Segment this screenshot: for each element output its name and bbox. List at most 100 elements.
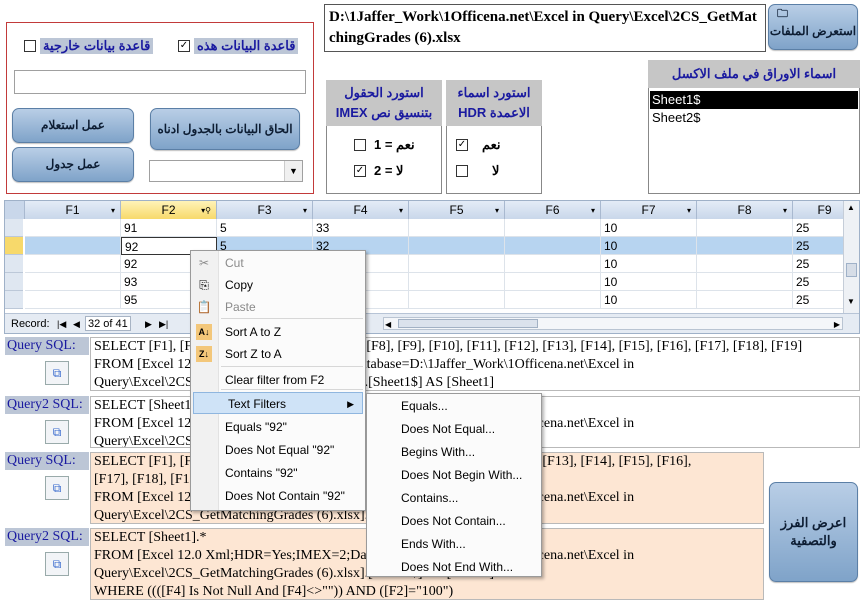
table-cell[interactable]	[25, 255, 121, 273]
text-filter-item[interactable]: Contains...	[367, 487, 541, 510]
text-filter-item[interactable]: Does Not Begin With...	[367, 464, 541, 487]
sheets-list-item[interactable]: Sheet1$	[650, 91, 858, 109]
text-filter-item[interactable]: Equals...	[367, 395, 541, 418]
column-dropdown-icon[interactable]: ▾	[495, 202, 499, 220]
grid-column-header[interactable]: F6 ▾	[505, 201, 601, 219]
grid-column-header[interactable]: F1 ▾	[25, 201, 121, 219]
table-cell[interactable]	[697, 219, 793, 237]
browse-files-button[interactable]: 🗀 استعرض الملفات	[768, 4, 858, 50]
table-cell[interactable]	[25, 291, 121, 309]
copy-sql-icon[interactable]: ⧉	[45, 420, 69, 444]
row-selector[interactable]	[5, 219, 23, 237]
context-menu-item[interactable]: ⎘ Copy	[191, 274, 365, 296]
scroll-thumb[interactable]	[846, 263, 857, 277]
text-filter-item[interactable]: Does Not Contain...	[367, 510, 541, 533]
table-cell[interactable]	[505, 237, 601, 255]
column-dropdown-icon[interactable]: ▾	[687, 202, 691, 220]
table-row[interactable]: 9551025	[25, 291, 857, 309]
external-db-checkbox[interactable]	[24, 40, 36, 52]
text-filter-item[interactable]: Does Not Equal...	[367, 418, 541, 441]
grid-column-header[interactable]: F8 ▾	[697, 201, 793, 219]
hscroll-thumb[interactable]	[398, 319, 538, 328]
table-cell[interactable]	[697, 291, 793, 309]
context-menu-item[interactable]: Contains "92"	[191, 462, 365, 484]
chevron-down-icon[interactable]: ▼	[284, 161, 302, 181]
sheets-list-item[interactable]: Sheet2$	[650, 109, 858, 127]
table-cell[interactable]	[25, 219, 121, 237]
grid-column-header[interactable]: F2 ▾⚲	[121, 201, 217, 219]
table-cell[interactable]: 10	[601, 219, 697, 237]
row-selector[interactable]	[5, 273, 23, 291]
text-filter-item[interactable]: Begins With...	[367, 441, 541, 464]
next-record-icon[interactable]: ▶	[145, 314, 152, 333]
hdr-yes-option[interactable]: ✓ نعم	[456, 136, 536, 154]
context-menu-item[interactable]: A↓ Sort A to Z	[191, 321, 365, 343]
table-cell[interactable]: 10	[601, 255, 697, 273]
table-cell[interactable]: 10	[601, 291, 697, 309]
hdr-no-option[interactable]: لا	[456, 162, 536, 180]
table-cell[interactable]	[25, 273, 121, 291]
hdr-yes-checkbox[interactable]: ✓	[456, 139, 468, 151]
scroll-left-icon[interactable]: ◀	[385, 315, 391, 333]
hdr-no-checkbox[interactable]	[456, 165, 468, 177]
row-selector[interactable]	[5, 237, 23, 255]
column-dropdown-icon[interactable]: ▾	[111, 202, 115, 220]
this-db-checkbox[interactable]: ✓	[178, 40, 190, 52]
table-cell[interactable]	[409, 237, 505, 255]
table-cell[interactable]	[697, 237, 793, 255]
context-menu-item[interactable]: Does Not Contain "92"	[191, 485, 365, 507]
table-row[interactable]: 9251025	[25, 255, 857, 273]
make-table-button[interactable]: عمل جدول	[12, 147, 134, 182]
table-cell[interactable]	[505, 291, 601, 309]
row-selector[interactable]	[5, 255, 23, 273]
table-cell[interactable]	[697, 255, 793, 273]
table-cell[interactable]	[697, 273, 793, 291]
context-menu-item[interactable]: Text Filters ▶	[193, 392, 363, 414]
horizontal-scrollbar[interactable]: ◀ ▶	[383, 317, 843, 330]
show-sort-filter-button[interactable]: اعرض الفرز والتصفية	[769, 482, 858, 582]
table-row[interactable]: 9351025	[25, 273, 857, 291]
table-combo[interactable]: ▼	[149, 160, 303, 182]
row-selector[interactable]	[5, 291, 23, 309]
imex-opt2-option[interactable]: ✓ لا = 2	[354, 162, 434, 180]
table-cell[interactable]	[409, 291, 505, 309]
scroll-right-icon[interactable]: ▶	[834, 315, 840, 333]
imex-opt1-checkbox[interactable]	[354, 139, 366, 151]
imex-opt1-option[interactable]: نعم = 1	[354, 136, 434, 154]
table-cell[interactable]: 33	[313, 219, 409, 237]
table-cell[interactable]	[409, 255, 505, 273]
scroll-up-icon[interactable]: ▲	[847, 203, 855, 212]
table-cell[interactable]	[505, 255, 601, 273]
table-cell[interactable]: 10	[601, 237, 697, 255]
table-cell[interactable]	[409, 273, 505, 291]
column-dropdown-icon[interactable]: ▾	[783, 202, 787, 220]
column-dropdown-icon[interactable]: ▾	[591, 202, 595, 220]
context-menu-item[interactable]: 📋 Paste	[191, 296, 365, 318]
external-db-option[interactable]: قاعدة بيانات خارجية	[24, 37, 154, 55]
db-path-input[interactable]	[14, 70, 306, 94]
imex-opt2-checkbox[interactable]: ✓	[354, 165, 366, 177]
text-filter-item[interactable]: Does Not End With...	[367, 556, 541, 579]
table-cell[interactable]	[25, 237, 121, 255]
text-filter-item[interactable]: Ends With...	[367, 533, 541, 556]
make-query-button[interactable]: عمل استعلام	[12, 108, 134, 143]
context-menu-item[interactable]: Z↓ Sort Z to A	[191, 343, 365, 365]
scroll-down-icon[interactable]: ▼	[847, 297, 855, 306]
grid-column-header[interactable]: F7 ▾	[601, 201, 697, 219]
context-menu-item[interactable]: Does Not Equal "92"	[191, 439, 365, 461]
table-cell[interactable]	[409, 219, 505, 237]
table-row[interactable]: 91 5 33 10 25	[25, 219, 857, 237]
context-menu-item[interactable]: Equals "92"	[191, 416, 365, 438]
vertical-scrollbar[interactable]: ▲ ▼	[843, 201, 859, 313]
copy-sql-icon[interactable]: ⧉	[45, 361, 69, 385]
last-record-icon[interactable]: ▶|	[159, 314, 168, 333]
column-dropdown-icon[interactable]: ▾	[303, 202, 307, 220]
record-position-input[interactable]: 32 of 41	[85, 316, 131, 331]
copy-sql-icon[interactable]: ⧉	[45, 476, 69, 500]
grid-column-header[interactable]: F5 ▾	[409, 201, 505, 219]
first-record-icon[interactable]: |◀	[57, 314, 66, 333]
table-cell[interactable]	[505, 273, 601, 291]
copy-sql-icon[interactable]: ⧉	[45, 552, 69, 576]
column-dropdown-icon[interactable]: ▾⚲	[201, 202, 211, 220]
append-data-button[interactable]: الحاق البيانات بالجدول ادناه	[150, 108, 300, 150]
